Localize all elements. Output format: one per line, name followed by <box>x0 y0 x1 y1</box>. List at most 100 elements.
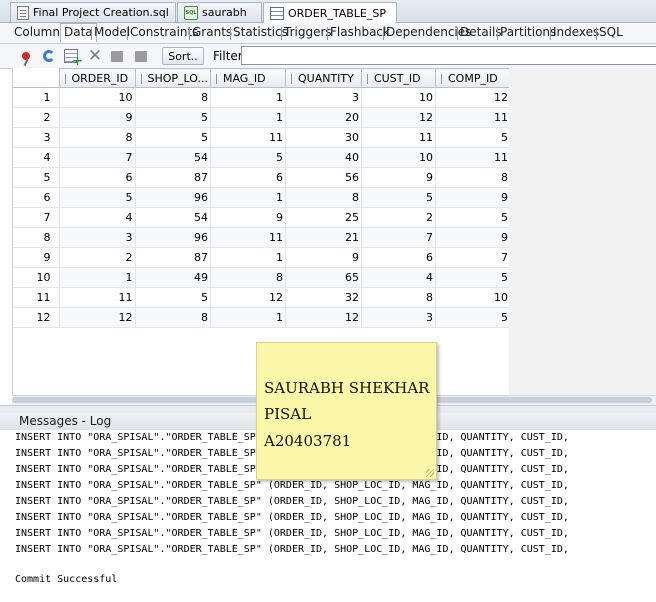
tab-flashback[interactable]: Flashback <box>330 25 390 39</box>
cell-order-id[interactable]: 9 <box>59 107 136 128</box>
cell-comp-id[interactable]: 5 <box>435 207 511 228</box>
cell-shop-loc-id[interactable]: 5 <box>135 107 211 128</box>
tab-partitions[interactable]: Partitions <box>500 25 556 39</box>
cell-comp-id[interactable]: 5 <box>435 307 511 328</box>
cell-shop-loc-id[interactable]: 5 <box>135 287 211 308</box>
cell-quantity[interactable]: 20 <box>285 107 362 128</box>
cell-cust-id[interactable]: 7 <box>361 227 436 248</box>
tab-triggers[interactable]: Triggers <box>284 25 332 39</box>
cell-mag-id[interactable]: 1 <box>210 307 286 328</box>
cell-cust-id[interactable]: 2 <box>361 207 436 228</box>
messages-log-title[interactable]: Messages - Log <box>19 414 111 428</box>
cell-shop-loc-id[interactable]: 87 <box>135 247 211 268</box>
column-header-order-id[interactable]: ORDER_ID <box>58 68 136 88</box>
table-row[interactable]: 12 12 8 1 12 3 5 <box>13 307 511 328</box>
cell-shop-loc-id[interactable]: 8 <box>135 87 211 108</box>
cell-quantity[interactable]: 32 <box>285 287 362 308</box>
tab-indexes[interactable]: Indexes <box>553 25 599 39</box>
table-row[interactable]: 7 4 54 9 25 2 5 <box>13 207 511 228</box>
cell-cust-id[interactable]: 6 <box>361 247 436 268</box>
cell-order-id[interactable]: 12 <box>59 307 136 328</box>
cell-order-id[interactable]: 1 <box>59 267 136 288</box>
cell-order-id[interactable]: 4 <box>59 207 136 228</box>
delete-row-button[interactable]: ✕ <box>86 47 104 65</box>
cell-mag-id[interactable]: 11 <box>210 227 286 248</box>
cell-order-id[interactable]: 5 <box>59 187 136 208</box>
tab-model[interactable]: Model <box>94 25 130 39</box>
cell-quantity[interactable]: 3 <box>285 87 362 108</box>
cell-comp-id[interactable]: 12 <box>435 87 511 108</box>
cell-shop-loc-id[interactable]: 8 <box>135 307 211 328</box>
cell-quantity[interactable]: 40 <box>285 147 362 168</box>
filter-input[interactable] <box>241 46 656 65</box>
cell-quantity[interactable]: 9 <box>285 247 362 268</box>
cell-order-id[interactable]: 6 <box>59 167 136 188</box>
column-header-quantity[interactable]: QUANTITY <box>284 68 362 88</box>
cell-quantity[interactable]: 56 <box>285 167 362 188</box>
cell-mag-id[interactable]: 9 <box>210 207 286 228</box>
cell-mag-id[interactable]: 11 <box>210 127 286 148</box>
cell-cust-id[interactable]: 11 <box>361 127 436 148</box>
commit-button[interactable] <box>108 47 126 65</box>
insert-row-button[interactable] <box>62 47 83 69</box>
cell-order-id[interactable]: 3 <box>59 227 136 248</box>
table-row[interactable]: 1 10 8 1 3 10 12 <box>13 87 511 108</box>
cell-comp-id[interactable]: 10 <box>435 287 511 308</box>
table-row[interactable]: 3 8 5 11 30 11 5 <box>13 127 511 148</box>
cell-quantity[interactable]: 12 <box>285 307 362 328</box>
cell-comp-id[interactable]: 9 <box>435 227 511 248</box>
cell-quantity[interactable]: 21 <box>285 227 362 248</box>
table-row[interactable]: 2 9 5 1 20 12 11 <box>13 107 511 128</box>
file-tab-final-project[interactable]: Final Project Creation.sql <box>10 2 176 22</box>
cell-cust-id[interactable]: 8 <box>361 287 436 308</box>
cell-comp-id[interactable]: 5 <box>435 127 511 148</box>
table-row[interactable]: 10 1 49 8 65 4 5 <box>13 267 511 288</box>
column-header-comp-id[interactable]: COMP_ID <box>434 68 511 88</box>
cell-comp-id[interactable]: 5 <box>435 267 511 288</box>
rollback-button[interactable] <box>132 47 150 65</box>
tab-details[interactable]: Details <box>460 25 502 39</box>
cell-comp-id[interactable]: 11 <box>435 147 511 168</box>
cell-order-id[interactable]: 7 <box>59 147 136 168</box>
tab-columns[interactable]: Columns <box>14 25 66 39</box>
cell-mag-id[interactable]: 6 <box>210 167 286 188</box>
cell-quantity[interactable]: 65 <box>285 267 362 288</box>
refresh-button[interactable] <box>40 47 58 65</box>
cell-shop-loc-id[interactable]: 87 <box>135 167 211 188</box>
cell-mag-id[interactable]: 12 <box>210 287 286 308</box>
tab-statistics[interactable]: Statistics <box>233 25 288 39</box>
cell-cust-id[interactable]: 3 <box>361 307 436 328</box>
cell-mag-id[interactable]: 1 <box>210 87 286 108</box>
table-row[interactable]: 9 2 87 1 9 6 7 <box>13 247 511 268</box>
column-header-cust-id[interactable]: CUST_ID <box>360 68 436 88</box>
file-tab-order-table[interactable]: ORDER_TABLE_SP <box>263 2 397 23</box>
cell-order-id[interactable]: 10 <box>59 87 136 108</box>
cell-shop-loc-id[interactable]: 96 <box>135 187 211 208</box>
cell-comp-id[interactable]: 7 <box>435 247 511 268</box>
cell-comp-id[interactable]: 8 <box>435 167 511 188</box>
cell-shop-loc-id[interactable]: 96 <box>135 227 211 248</box>
tab-sql[interactable]: SQL <box>599 25 623 39</box>
cell-mag-id[interactable]: 1 <box>210 107 286 128</box>
cell-shop-loc-id[interactable]: 54 <box>135 147 211 168</box>
cell-comp-id[interactable]: 9 <box>435 187 511 208</box>
cell-order-id[interactable]: 2 <box>59 247 136 268</box>
cell-order-id[interactable]: 11 <box>59 287 136 308</box>
cell-mag-id[interactable]: 8 <box>210 267 286 288</box>
cell-mag-id[interactable]: 1 <box>210 247 286 268</box>
column-header-shop-loc[interactable]: SHOP_LO... <box>134 68 211 88</box>
sort-button[interactable]: Sort.. <box>162 47 204 65</box>
cell-quantity[interactable]: 8 <box>285 187 362 208</box>
table-row[interactable]: 11 11 5 12 32 8 10 <box>13 287 511 308</box>
cell-shop-loc-id[interactable]: 49 <box>135 267 211 288</box>
freeze-view-button[interactable] <box>17 47 35 65</box>
table-row[interactable]: 6 5 96 1 8 5 9 <box>13 187 511 208</box>
table-row[interactable]: 5 6 87 6 56 9 8 <box>13 167 511 188</box>
cell-cust-id[interactable]: 12 <box>361 107 436 128</box>
cell-quantity[interactable]: 30 <box>285 127 362 148</box>
cell-shop-loc-id[interactable]: 5 <box>135 127 211 148</box>
cell-cust-id[interactable]: 4 <box>361 267 436 288</box>
table-row[interactable]: 4 7 54 5 40 10 11 <box>13 147 511 168</box>
cell-mag-id[interactable]: 1 <box>210 187 286 208</box>
cell-order-id[interactable]: 8 <box>59 127 136 148</box>
